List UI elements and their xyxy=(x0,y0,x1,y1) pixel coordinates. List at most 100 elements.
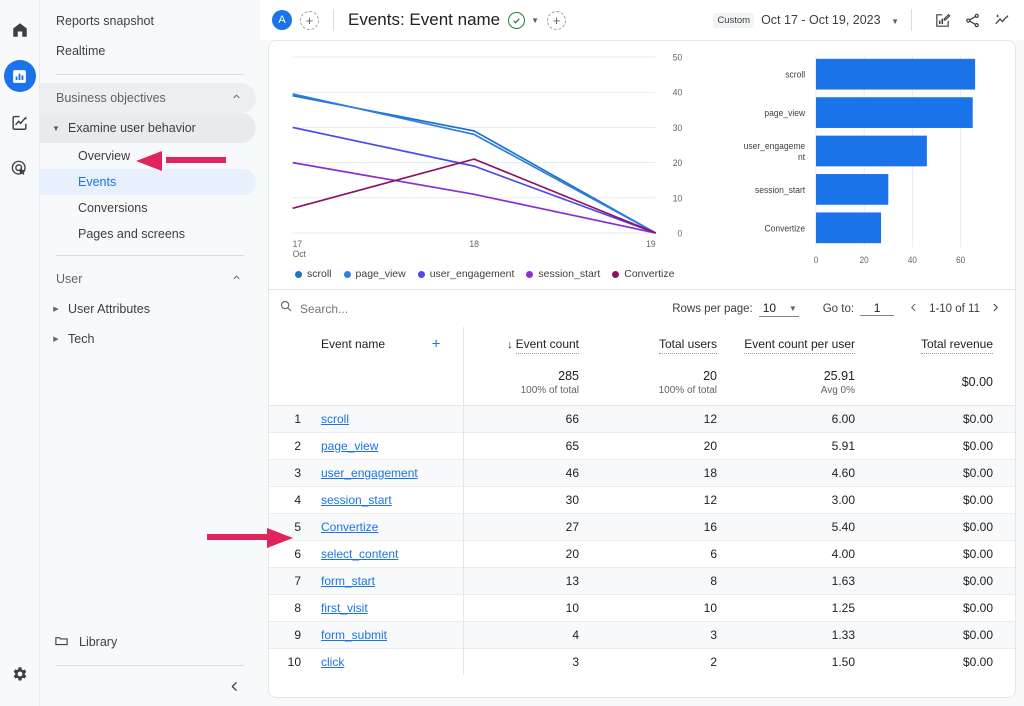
advertising-icon[interactable] xyxy=(4,152,36,184)
row-event-name[interactable]: form_submit xyxy=(311,620,463,648)
explore-icon[interactable] xyxy=(4,106,36,138)
table-row[interactable]: 3 user_engagement 46 18 4.60 $0.00 xyxy=(269,458,1015,486)
table-row[interactable]: 7 form_start 13 8 1.63 $0.00 xyxy=(269,566,1015,594)
edit-report-icon[interactable] xyxy=(930,8,954,32)
svg-text:30: 30 xyxy=(673,123,683,133)
column-header-event-count-per-user[interactable]: Event count per user xyxy=(739,327,877,361)
row-event-name[interactable]: select_content xyxy=(311,539,463,567)
event-name-link[interactable]: session_start xyxy=(321,493,392,507)
pagination-range: 1-10 of 11 xyxy=(929,302,980,315)
row-total-users: 12 xyxy=(601,404,739,432)
table-row[interactable]: 6 select_content 20 6 4.00 $0.00 xyxy=(269,539,1015,567)
icon-rail xyxy=(0,0,40,706)
summary-subtext: 100% of total xyxy=(658,385,717,397)
insights-icon[interactable] xyxy=(990,8,1014,32)
column-header-event-name[interactable]: Event name + xyxy=(311,327,463,361)
row-event-count: 4 xyxy=(462,620,601,648)
event-name-link[interactable]: select_content xyxy=(321,547,398,561)
sidebar-section-user[interactable]: User xyxy=(40,264,256,294)
sidebar-section-business-objectives[interactable]: Business objectives xyxy=(40,83,256,113)
chevron-down-icon[interactable]: ▼ xyxy=(531,16,539,25)
add-comparison-button[interactable]: + xyxy=(300,10,319,30)
event-name-link[interactable]: scroll xyxy=(321,412,349,426)
table-row[interactable]: 4 session_start 30 12 3.00 $0.00 xyxy=(269,485,1015,513)
svg-text:scroll: scroll xyxy=(785,69,805,80)
rows-per-page-select[interactable]: 10 ▼ xyxy=(758,301,799,317)
event-name-link[interactable]: user_engagement xyxy=(321,466,418,480)
table-row[interactable]: 1 scroll 66 12 6.00 $0.00 xyxy=(269,404,1015,432)
chevron-up-icon xyxy=(231,91,242,105)
row-rank: 2 xyxy=(269,431,311,459)
legend-item[interactable]: session_start xyxy=(526,268,600,280)
row-event-name[interactable]: session_start xyxy=(311,485,463,513)
table-row[interactable]: 8 first_visit 10 10 1.25 $0.00 xyxy=(269,593,1015,621)
table-row[interactable]: 10 click 3 2 1.50 $0.00 xyxy=(269,647,1015,675)
row-event-name[interactable]: Convertize xyxy=(311,512,463,540)
row-event-name[interactable]: scroll xyxy=(311,404,463,432)
sidebar-group-examine-user-behavior[interactable]: ▼ Examine user behavior xyxy=(40,113,256,143)
legend-item[interactable]: user_engagement xyxy=(417,268,514,280)
row-event-count-per-user: 1.33 xyxy=(739,620,877,648)
table-row[interactable]: 5 Convertize 27 16 5.40 $0.00 xyxy=(269,512,1015,540)
event-name-link[interactable]: Convertize xyxy=(321,520,378,534)
row-rank: 6 xyxy=(269,539,311,567)
column-header-total-revenue[interactable]: Total revenue xyxy=(877,327,1015,361)
search-input[interactable] xyxy=(300,301,520,316)
check-circle-icon[interactable] xyxy=(508,11,526,29)
sidebar-item-conversions[interactable]: Conversions xyxy=(40,195,256,221)
svg-text:40: 40 xyxy=(908,255,917,266)
legend-item[interactable]: page_view xyxy=(343,268,406,280)
sidebar-divider-2 xyxy=(56,255,244,256)
table-row[interactable]: 2 page_view 65 20 5.91 $0.00 xyxy=(269,431,1015,459)
line-chart[interactable]: 0 10 20 30 40 50 17 18 19 Oct scroll page_view user… xyxy=(269,45,702,289)
event-name-link[interactable]: form_start xyxy=(321,574,375,588)
legend-item[interactable]: Convertize xyxy=(612,268,674,280)
sidebar-item-pages-and-screens[interactable]: Pages and screens xyxy=(40,221,256,247)
home-icon[interactable] xyxy=(4,14,36,46)
sidebar-item-realtime[interactable]: Realtime xyxy=(40,36,256,66)
goto-page-input[interactable] xyxy=(860,301,895,316)
add-segment-button[interactable]: + xyxy=(547,10,567,30)
collapse-nav-button[interactable] xyxy=(222,674,246,698)
sidebar-item-reports-snapshot[interactable]: Reports snapshot xyxy=(40,6,256,36)
sidebar-group-tech[interactable]: ▶ Tech xyxy=(40,324,260,354)
table-row[interactable]: 9 form_submit 4 3 1.33 $0.00 xyxy=(269,620,1015,648)
bar-chart[interactable]: 0 20 40 60 scroll page_view user_engageme nt ses… xyxy=(702,45,1015,289)
search-box[interactable] xyxy=(279,299,672,318)
sidebar-item-library[interactable]: Library xyxy=(40,627,260,657)
event-name-link[interactable]: first_visit xyxy=(321,601,368,615)
event-name-link[interactable]: page_view xyxy=(321,439,378,453)
avatar[interactable]: A xyxy=(272,10,292,30)
table-controls: Rows per page: 10 ▼ Go to: 1-10 of 11 xyxy=(269,289,1015,327)
sidebar-group-user-attributes[interactable]: ▶ User Attributes xyxy=(40,294,260,324)
event-name-link[interactable]: click xyxy=(321,655,344,669)
summary-subtext: 100% of total xyxy=(520,385,579,397)
column-label: Total revenue xyxy=(920,337,993,354)
gear-icon[interactable] xyxy=(4,658,36,690)
sidebar-item-events[interactable]: Events xyxy=(40,169,256,195)
sidebar-item-overview[interactable]: Overview xyxy=(40,143,256,169)
event-name-link[interactable]: form_submit xyxy=(321,628,387,642)
column-header-total-users[interactable]: Total users xyxy=(601,327,739,361)
add-dimension-icon[interactable]: + xyxy=(432,336,441,353)
row-event-count: 46 xyxy=(462,458,601,486)
row-event-name[interactable]: click xyxy=(311,647,463,675)
summary-value: 20 xyxy=(703,369,717,384)
row-event-count: 27 xyxy=(462,512,601,540)
date-range-selector[interactable]: Oct 17 - Oct 19, 2023 ▼ xyxy=(761,13,899,27)
row-total-revenue: $0.00 xyxy=(877,485,1015,513)
row-event-name[interactable]: user_engagement xyxy=(311,458,463,486)
row-rank: 8 xyxy=(269,593,311,621)
row-event-name[interactable]: first_visit xyxy=(311,593,463,621)
summary-total-revenue: $0.00 xyxy=(877,361,1015,406)
previous-page-button[interactable] xyxy=(908,301,919,316)
next-page-button[interactable] xyxy=(990,301,1001,316)
row-event-name[interactable]: form_start xyxy=(311,566,463,594)
row-event-name[interactable]: page_view xyxy=(311,431,463,459)
share-icon[interactable] xyxy=(960,8,984,32)
sidebar-item-label: Reports snapshot xyxy=(56,14,154,28)
reports-icon[interactable] xyxy=(3,60,36,92)
column-header-event-count[interactable]: ↓ Event count xyxy=(462,327,601,361)
legend-item[interactable]: scroll xyxy=(295,268,332,280)
table-scroll-region: Event name + ↓ Event count Total users E… xyxy=(269,327,1015,697)
